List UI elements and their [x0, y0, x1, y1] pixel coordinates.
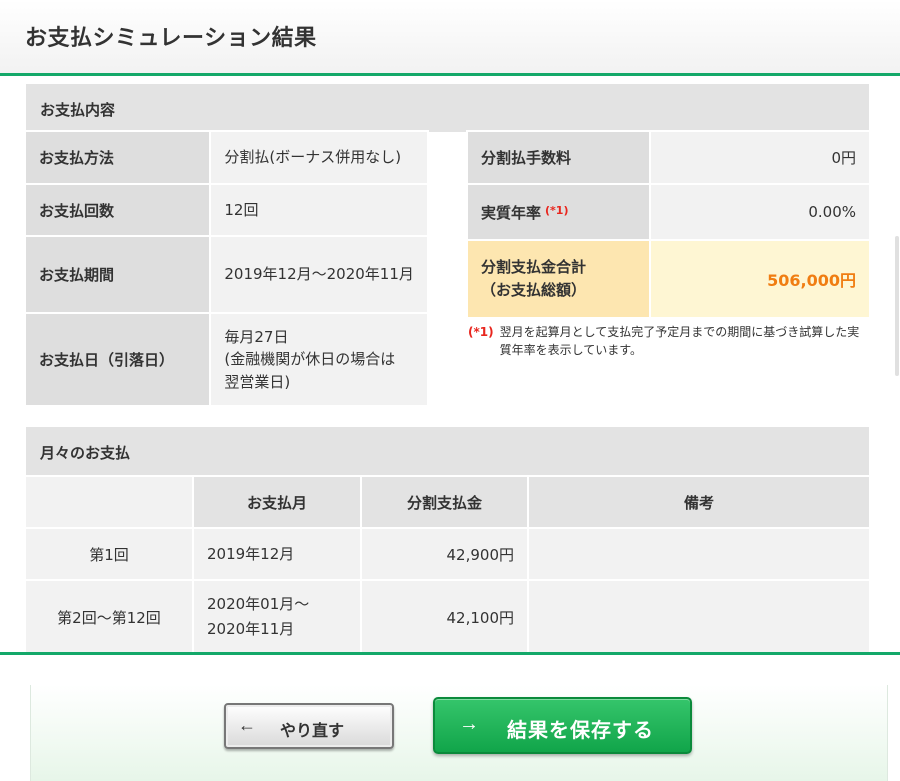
redo-button-label: やり直す — [280, 723, 345, 740]
save-result-button[interactable]: → 結果を保存する — [433, 697, 692, 754]
payment-details-right-table: 分割払手数料 0円 実質年率 (*1) 0.00% 分割支払金合計 （お支払総額）… — [466, 130, 872, 319]
installment-month: 2020年01月～ 2020年11月 — [192, 579, 362, 652]
payment-period-label: お支払期間 — [23, 235, 212, 314]
footnote-text: 翌月を起算月として支払完了予定月までの期間に基づき試算した実質年率を表示していま… — [499, 325, 860, 357]
total-amount-value: 506,000円 — [648, 239, 872, 319]
row-fee: 分割払手数料 0円 — [466, 130, 872, 185]
total-amount-label-line: （お支払総額） — [481, 281, 587, 299]
installment-number: 第2回～第12回 — [24, 579, 194, 652]
annual-rate-value: 0.00% — [648, 183, 872, 241]
payment-count-value: 12回 — [209, 183, 429, 237]
fee-value: 0円 — [648, 130, 872, 185]
footnote-mark: (*1) — [468, 325, 494, 339]
row-total-amount: 分割支払金合計 （お支払総額） 506,000円 — [466, 239, 872, 319]
page-title: お支払シミュレーション結果 — [25, 26, 317, 51]
table-row: 第1回 2019年12月 42,900円 — [24, 527, 871, 581]
scrollbar-thumb[interactable] — [895, 236, 899, 376]
payment-period-value: 2019年12月～2020年11月 — [209, 235, 429, 314]
installment-month-line: 2020年01月～ — [207, 595, 310, 614]
installment-amount: 42,100円 — [360, 579, 529, 652]
arrow-left-icon: ← — [238, 715, 256, 735]
payment-details-heading: お支払内容 — [26, 84, 869, 132]
column-header-blank — [24, 475, 194, 529]
redo-button[interactable]: ← やり直す — [224, 703, 394, 749]
monthly-header-row: お支払月 分割支払金 備考 — [24, 475, 871, 529]
annual-rate-label-cell: 実質年率 (*1) — [466, 183, 651, 241]
total-amount-label: 分割支払金合計 （お支払総額） — [466, 239, 651, 319]
payment-date-line: 翌営業日) — [224, 372, 291, 391]
payment-method-value: 分割払(ボーナス併用なし) — [209, 130, 429, 185]
monthly-payments-heading: 月々のお支払 — [26, 427, 869, 475]
table-row: 第2回～第12回 2020年01月～ 2020年11月 42,100円 — [24, 579, 871, 652]
installment-month: 2019年12月 — [192, 527, 362, 581]
installment-amount: 42,900円 — [360, 527, 529, 581]
installment-remarks — [527, 579, 871, 652]
installment-month-line: 2020年11月 — [207, 620, 295, 638]
annual-rate-footnote: (*1) 翌月を起算月として支払完了予定月までの期間に基づき試算した実質年率を表… — [468, 323, 868, 359]
payment-count-label: お支払回数 — [23, 183, 212, 237]
fee-label: 分割払手数料 — [466, 130, 651, 185]
payment-date-label: お支払日（引落日） — [23, 312, 212, 407]
row-payment-method: お支払方法 分割払(ボーナス併用なし) — [23, 130, 429, 185]
result-scroll-area[interactable]: お支払内容 お支払方法 分割払(ボーナス併用なし) お支払回数 12回 お支払期… — [0, 76, 900, 652]
vertical-scrollbar[interactable] — [893, 76, 900, 652]
payment-date-value: 毎月27日 (金融機関が休日の場合は 翌営業日) — [209, 312, 429, 407]
row-payment-date: お支払日（引落日） 毎月27日 (金融機関が休日の場合は 翌営業日) — [23, 312, 429, 407]
column-header-amount: 分割支払金 — [360, 475, 529, 529]
installment-remarks — [527, 527, 871, 581]
payment-date-line: 毎月27日 — [224, 327, 289, 346]
column-header-remarks: 備考 — [527, 475, 871, 529]
column-header-month: お支払月 — [192, 475, 362, 529]
row-annual-rate: 実質年率 (*1) 0.00% — [466, 183, 872, 241]
row-payment-count: お支払回数 12回 — [23, 183, 429, 237]
monthly-payments-table: お支払月 分割支払金 備考 第1回 2019年12月 42,900円 第2回～第… — [24, 475, 871, 652]
page-header: お支払シミュレーション結果 — [0, 0, 900, 74]
arrow-right-icon: → — [459, 713, 479, 735]
total-amount-label-line: 分割支払金合計 — [481, 257, 587, 276]
payment-method-label: お支払方法 — [23, 130, 212, 185]
payment-date-line: (金融機関が休日の場合は — [224, 350, 396, 369]
annual-rate-label: 実質年率 — [481, 203, 542, 222]
installment-number: 第1回 — [24, 527, 194, 581]
payment-details-left-table: お支払方法 分割払(ボーナス併用なし) お支払回数 12回 お支払期間 2019… — [23, 130, 429, 407]
save-result-button-label: 結果を保存する — [507, 720, 654, 742]
row-payment-period: お支払期間 2019年12月～2020年11月 — [23, 235, 429, 314]
annual-rate-note-mark: (*1) — [545, 203, 569, 217]
